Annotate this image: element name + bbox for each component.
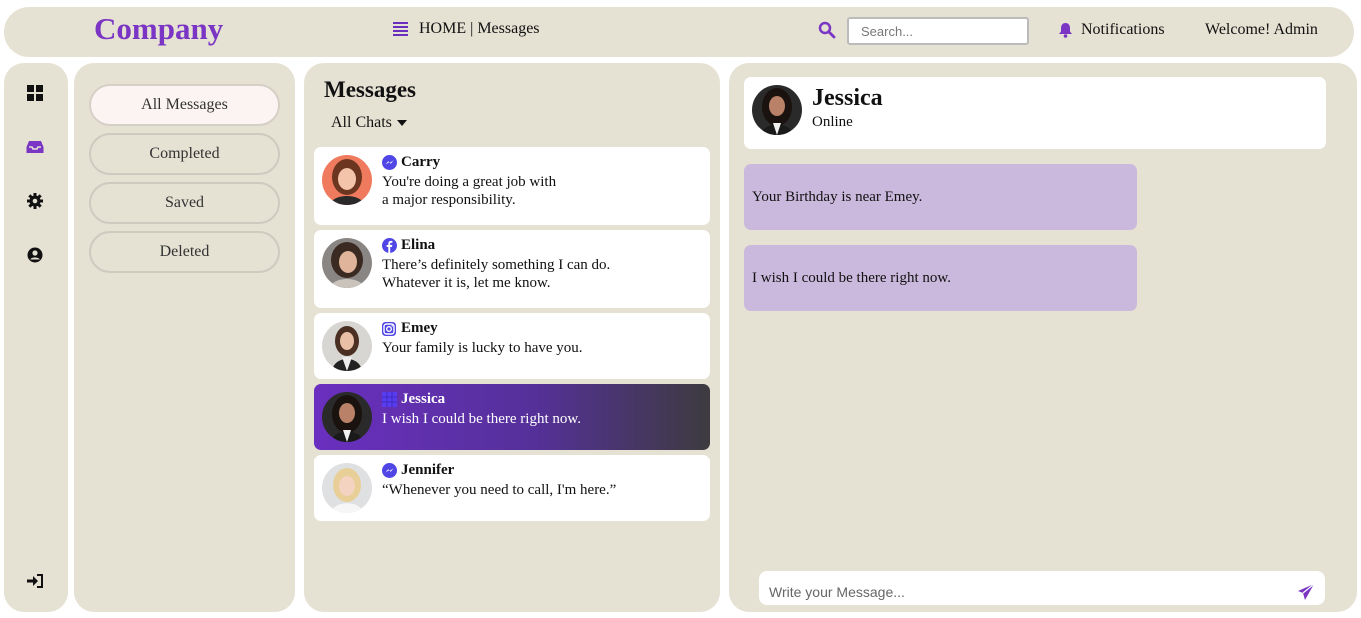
icon-rail [4, 63, 68, 612]
menu-icon[interactable] [393, 22, 408, 36]
messenger-icon [382, 463, 397, 478]
nav-separator: | [470, 20, 474, 37]
message-composer [759, 571, 1325, 605]
breadcrumb: HOME | Messages [393, 20, 540, 38]
search-icon[interactable] [818, 21, 836, 39]
notifications-label: Notifications [1081, 21, 1165, 38]
chat-name-row: Jessica [382, 391, 445, 408]
chat-name: Jessica [401, 391, 446, 407]
chat-name: Elina [401, 237, 436, 253]
folder-deleted[interactable]: Deleted [89, 231, 280, 273]
contact-name: Jessica [812, 85, 883, 111]
chat-name-row: Jennifer [382, 462, 454, 479]
chat-preview-line: a major responsibility. [382, 192, 516, 208]
chat-item-carry[interactable]: Carry You're doing a great job with a ma… [314, 147, 710, 225]
messenger-icon [382, 155, 397, 170]
message-bubble: I wish I could be there right now. [744, 245, 1137, 311]
chat-preview: You're doing a great job with a major re… [382, 173, 682, 209]
folder-completed[interactable]: Completed [89, 133, 280, 175]
chat-filter-dropdown[interactable]: All Chats [331, 114, 407, 132]
avatar [322, 238, 372, 288]
chat-name: Carry [401, 154, 441, 170]
chat-item-jessica[interactable]: Jessica I wish I could be there right no… [314, 384, 710, 450]
folder-saved[interactable]: Saved [89, 182, 280, 224]
contact-status: Online [812, 114, 853, 130]
chat-preview-line: I wish I could be there right now. [382, 411, 581, 427]
message-bubble: Your Birthday is near Emey. [744, 164, 1137, 230]
brand-logo[interactable]: Company [94, 11, 223, 47]
chat-name-row: Carry [382, 154, 440, 171]
caret-down-icon [396, 120, 407, 126]
nav-home-link[interactable]: HOME [419, 20, 466, 38]
chat-item-jennifer[interactable]: Jennifer “Whenever you need to call, I'm… [314, 455, 710, 521]
chat-filter-label: All Chats [331, 114, 392, 131]
chat-preview: I wish I could be there right now. [382, 410, 682, 428]
chat-name-row: Elina [382, 237, 435, 254]
folder-all-messages[interactable]: All Messages [89, 84, 280, 126]
messages-panel: Messages All Chats Carry You're doing a … [304, 63, 720, 612]
chat-preview: “Whenever you need to call, I'm here.” [382, 481, 682, 499]
sign-in-icon[interactable] [26, 572, 44, 590]
chat-preview-line: Your family is lucky to have you. [382, 340, 583, 356]
facebook-icon [382, 238, 397, 253]
chat-preview: There’s definitely something I can do. W… [382, 256, 682, 292]
top-bar: Company HOME | Messages Notifications We… [4, 7, 1354, 57]
messages-title: Messages [324, 77, 416, 102]
chat-name: Emey [401, 320, 438, 336]
chat-preview-line: You're doing a great job with [382, 174, 557, 190]
welcome-text: Welcome! Admin [1205, 21, 1318, 38]
gear-icon[interactable] [26, 192, 44, 210]
folder-panel: All Messages Completed Saved Deleted [74, 63, 295, 612]
avatar [322, 463, 372, 513]
chat-preview-line: “Whenever you need to call, I'm here.” [382, 482, 617, 498]
message-input[interactable] [759, 571, 1279, 605]
inbox-icon[interactable] [26, 138, 44, 156]
avatar [322, 321, 372, 371]
avatar [322, 155, 372, 205]
nav-current-page: Messages [477, 20, 540, 37]
dashboard-icon[interactable] [26, 84, 44, 102]
bell-icon [1059, 23, 1072, 38]
avatar [322, 392, 372, 442]
chat-preview: Your family is lucky to have you. [382, 339, 682, 357]
instagram-icon [382, 321, 396, 336]
chat-item-emey[interactable]: Emey Your family is lucky to have you. [314, 313, 710, 379]
chat-name-row: Emey [382, 320, 438, 337]
chat-preview-line: Whatever it is, let me know. [382, 275, 551, 291]
chat-name: Jennifer [401, 462, 455, 478]
avatar [752, 85, 802, 135]
contact-header: Jessica Online [744, 77, 1326, 149]
chat-item-elina[interactable]: Elina There’s definitely something I can… [314, 230, 710, 308]
grid-icon [382, 392, 397, 407]
conversation-panel: Jessica Online Your Birthday is near Eme… [729, 63, 1357, 612]
chat-preview-line: There’s definitely something I can do. [382, 257, 611, 273]
user-circle-icon[interactable] [26, 246, 44, 264]
send-icon[interactable] [1297, 583, 1315, 601]
notifications-button[interactable]: Notifications [1058, 21, 1165, 39]
search-input[interactable] [847, 17, 1029, 45]
